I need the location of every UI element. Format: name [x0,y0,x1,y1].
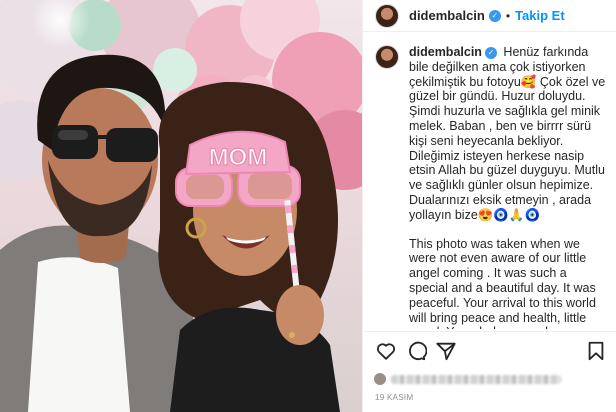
post-actions [363,331,616,365]
prop-text: MOM [209,144,268,171]
comment-icon[interactable] [405,340,427,362]
author-avatar[interactable] [375,3,399,28]
post-date[interactable]: 19 KASIM [375,393,413,402]
caption-verified-badge-icon: ✓ [484,47,497,59]
separator-dot: • [505,8,511,23]
caption-scroll-area[interactable]: didembalcin ✓ Henüz farkında bile değilke… [363,33,616,329]
liker-avatar [373,372,387,386]
likes-summary[interactable] [373,370,609,388]
caption-paragraph-en: This photo was taken when we were not ev… [409,236,596,329]
caption-paragraph-tr: Henüz farkında bile değilken ama çok ist… [409,45,609,222]
verified-badge-icon: ✓ [488,9,501,22]
photo-illustration: MOM [0,0,362,412]
author-username[interactable]: didembalcin [409,8,485,23]
caption-author-avatar[interactable] [375,45,399,69]
caption: didembalcin ✓ Henüz farkında bile değilke… [375,45,607,329]
post-photo[interactable]: MOM [0,0,362,412]
post-side-panel: didembalcin ✓ • Takip Et didembalcin ✓ He… [362,0,616,412]
caption-username[interactable]: didembalcin [409,45,482,59]
paper-plane-icon[interactable] [435,340,457,362]
caption-text: didembalcin ✓ Henüz farkında bile değilke… [409,45,607,329]
likes-text-blurred [391,374,561,384]
follow-button[interactable]: Takip Et [515,8,565,23]
post-header: didembalcin ✓ • Takip Et [363,0,616,32]
bookmark-icon[interactable] [585,340,607,362]
heart-icon[interactable] [375,340,397,362]
